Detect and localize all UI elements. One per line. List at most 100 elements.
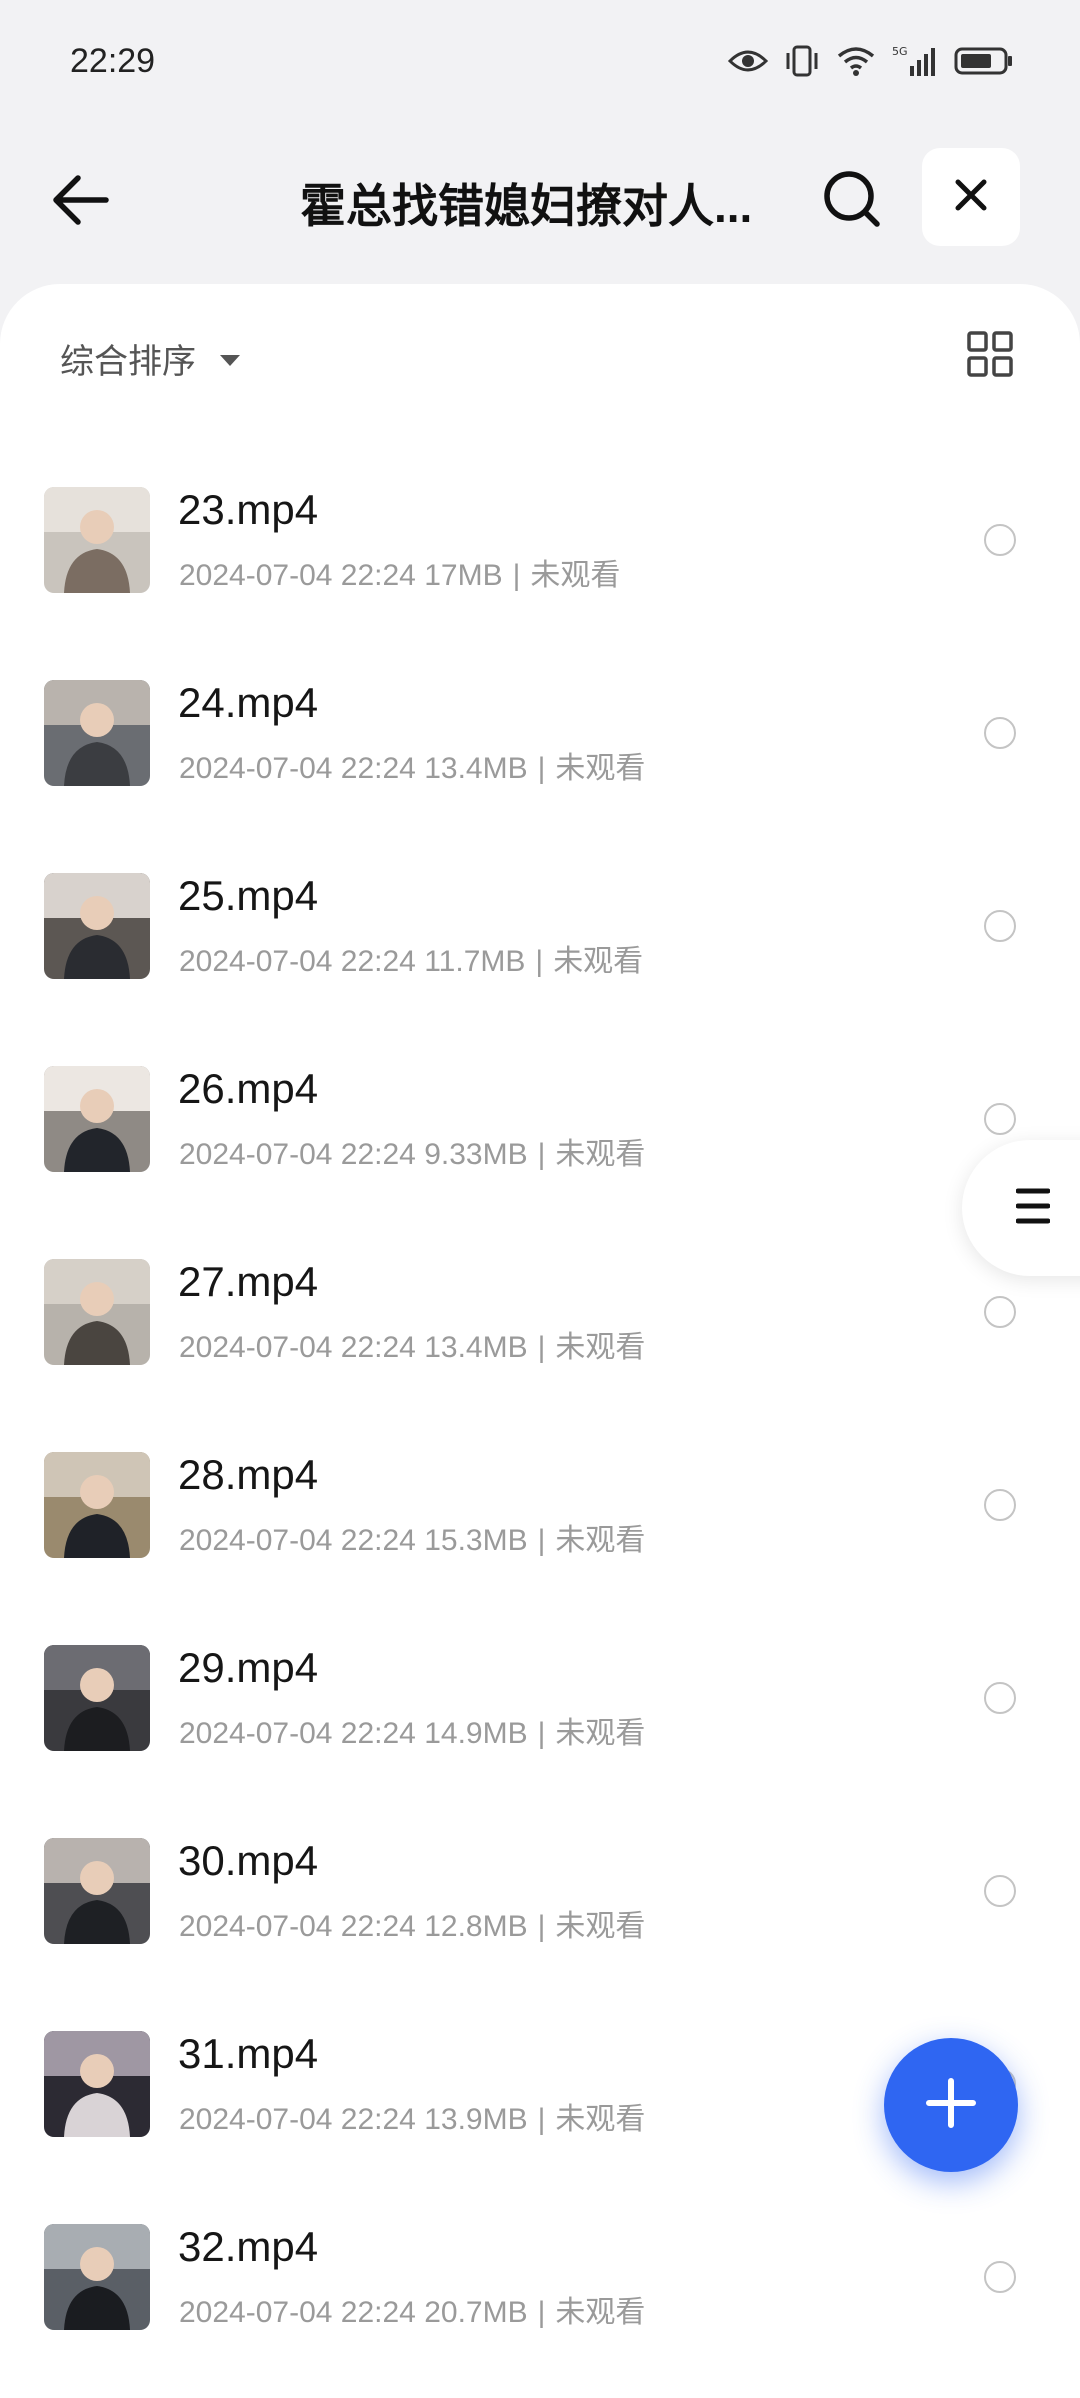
video-thumbnail [44, 2224, 150, 2330]
meta-separator: | [537, 1717, 546, 1750]
video-thumbnail [44, 1838, 150, 1944]
select-radio[interactable] [984, 910, 1016, 942]
watch-status: 未观看 [555, 1331, 646, 1364]
meta-separator: | [512, 559, 521, 592]
file-size: 14.9MB [424, 1717, 528, 1750]
watch-status: 未观看 [553, 945, 644, 978]
file-date: 2024-07-04 22:24 [179, 2296, 416, 2329]
watch-status: 未观看 [555, 1524, 646, 1557]
file-meta: 2024-07-04 22:24 14.9MB | 未观看 [179, 1708, 645, 1752]
status-bar: 22:29 5G [0, 0, 1080, 130]
file-size: 9.33MB [424, 1138, 528, 1171]
plus-icon [925, 2077, 977, 2134]
file-size: 15.3MB [424, 1524, 528, 1557]
file-size: 12.8MB [424, 1910, 528, 1943]
watch-status: 未观看 [555, 2103, 646, 2136]
eye-icon [728, 47, 768, 75]
watch-status: 未观看 [555, 1910, 646, 1943]
file-date: 2024-07-04 22:24 [179, 1910, 416, 1943]
select-radio[interactable] [984, 1103, 1016, 1135]
file-name: 23.mp4 [178, 486, 319, 533]
file-row[interactable]: 24.mp4 2024-07-04 22:24 13.4MB | 未观看 [0, 629, 1080, 822]
svg-text:5G: 5G [892, 45, 908, 58]
file-date: 2024-07-04 22:24 [179, 2103, 416, 2136]
file-name: 32.mp4 [178, 2223, 319, 2270]
vibrate-icon [784, 44, 820, 78]
select-radio[interactable] [984, 524, 1016, 556]
sort-label: 综合排序 [60, 342, 196, 381]
file-name: 25.mp4 [178, 872, 319, 919]
video-thumbnail [44, 1645, 150, 1751]
file-row[interactable]: 29.mp4 2024-07-04 22:24 14.9MB | 未观看 [0, 1594, 1080, 1787]
meta-separator: | [537, 752, 546, 785]
sort-dropdown[interactable]: 综合排序 [60, 328, 240, 388]
meta-separator: | [537, 1138, 546, 1171]
select-radio[interactable] [984, 1875, 1016, 1907]
video-thumbnail [44, 2031, 150, 2137]
file-row[interactable]: 32.mp4 2024-07-04 22:24 20.7MB | 未观看 [0, 2173, 1080, 2366]
file-row[interactable]: 27.mp4 2024-07-04 22:24 13.4MB | 未观看 [0, 1208, 1080, 1401]
file-row[interactable]: 30.mp4 2024-07-04 22:24 12.8MB | 未观看 [0, 1787, 1080, 1980]
video-thumbnail [44, 487, 150, 593]
meta-separator: | [537, 1331, 546, 1364]
select-radio[interactable] [984, 717, 1016, 749]
back-arrow-icon [50, 174, 110, 231]
file-row[interactable]: 28.mp4 2024-07-04 22:24 15.3MB | 未观看 [0, 1401, 1080, 1594]
signal-5g-icon: 5G [892, 44, 938, 78]
video-thumbnail [44, 680, 150, 786]
watch-status: 未观看 [530, 559, 621, 592]
file-row[interactable]: 25.mp4 2024-07-04 22:24 11.7MB | 未观看 [0, 822, 1080, 1015]
status-icons: 5G [728, 44, 1014, 78]
battery-icon [954, 46, 1014, 76]
file-size: 11.7MB [424, 945, 526, 978]
file-meta: 2024-07-04 22:24 13.4MB | 未观看 [179, 743, 645, 787]
meta-separator: | [537, 1910, 546, 1943]
file-date: 2024-07-04 22:24 [179, 945, 416, 978]
file-name: 31.mp4 [178, 2030, 319, 2077]
video-thumbnail [44, 1066, 150, 1172]
file-meta: 2024-07-04 22:24 11.7MB | 未观看 [179, 936, 643, 980]
meta-separator: | [537, 1524, 546, 1557]
file-date: 2024-07-04 22:24 [179, 752, 416, 785]
wifi-icon [836, 45, 876, 77]
file-size: 13.4MB [424, 752, 528, 785]
file-meta: 2024-07-04 22:24 9.33MB | 未观看 [179, 1129, 645, 1173]
add-button[interactable] [884, 2038, 1018, 2172]
file-name: 30.mp4 [178, 1837, 319, 1884]
watch-status: 未观看 [555, 1138, 646, 1171]
file-date: 2024-07-04 22:24 [179, 559, 416, 592]
file-meta: 2024-07-04 22:24 12.8MB | 未观看 [179, 1901, 645, 1945]
grid-view-button[interactable] [962, 328, 1018, 384]
file-size: 13.4MB [424, 1331, 528, 1364]
select-radio[interactable] [984, 1296, 1016, 1328]
file-date: 2024-07-04 22:24 [179, 1138, 416, 1171]
file-meta: 2024-07-04 22:24 15.3MB | 未观看 [179, 1515, 645, 1559]
meta-separator: | [537, 2103, 546, 2136]
watch-status: 未观看 [555, 752, 646, 785]
select-radio[interactable] [984, 1489, 1016, 1521]
caret-down-icon [220, 354, 240, 366]
menu-lines-icon [1015, 1187, 1051, 1230]
close-button[interactable] [922, 148, 1020, 246]
status-time: 22:29 [70, 42, 156, 80]
file-size: 17MB [424, 559, 503, 592]
file-size: 13.9MB [424, 2103, 528, 2136]
video-thumbnail [44, 1259, 150, 1365]
header: 霍总找错媳妇撩对人... [0, 140, 1080, 260]
search-icon [821, 168, 883, 235]
meta-separator: | [537, 2296, 546, 2329]
select-radio[interactable] [984, 1682, 1016, 1714]
file-name: 29.mp4 [178, 1644, 319, 1691]
file-meta: 2024-07-04 22:24 20.7MB | 未观看 [179, 2287, 645, 2331]
file-meta: 2024-07-04 22:24 17MB | 未观看 [179, 550, 620, 594]
file-name: 27.mp4 [178, 1258, 319, 1305]
select-radio[interactable] [984, 2261, 1016, 2293]
file-meta: 2024-07-04 22:24 13.9MB | 未观看 [179, 2094, 645, 2138]
back-button[interactable] [44, 166, 116, 238]
file-name: 28.mp4 [178, 1451, 319, 1498]
file-row[interactable]: 26.mp4 2024-07-04 22:24 9.33MB | 未观看 [0, 1015, 1080, 1208]
file-name: 26.mp4 [178, 1065, 319, 1112]
file-row[interactable]: 23.mp4 2024-07-04 22:24 17MB | 未观看 [0, 436, 1080, 629]
meta-separator: | [535, 945, 544, 978]
search-button[interactable] [815, 164, 889, 238]
